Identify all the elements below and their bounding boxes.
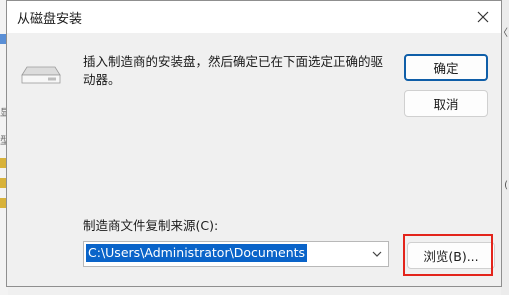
cancel-button[interactable]: 取消	[404, 90, 488, 117]
browse-button[interactable]: 浏览(B)...	[407, 242, 495, 269]
instruction-text: 插入制造商的安装盘，然后确定已在下面选定正确的驱动器。	[83, 54, 384, 87]
disk-drive-icon	[21, 66, 61, 84]
source-path-combobox[interactable]: C:\Users\Administrator\Documents	[83, 241, 389, 267]
background-glyph: (	[504, 180, 508, 191]
source-label: 制造商文件复制来源(C):	[83, 218, 219, 233]
title-bar: 从磁盘安装	[7, 1, 501, 33]
background-window-edge	[501, 0, 509, 295]
dialog-title: 从磁盘安装	[17, 12, 83, 27]
chevron-down-icon	[372, 251, 382, 257]
close-button[interactable]	[469, 4, 497, 30]
dropdown-button[interactable]	[370, 246, 384, 262]
source-path-value[interactable]: C:\Users\Administrator\Documents	[86, 244, 308, 262]
install-from-disk-dialog: 从磁盘安装 插入制造商的安装盘，然后确定已在下面选定正确的驱动器。 确定 取消 …	[6, 0, 502, 287]
ok-button[interactable]: 确定	[404, 54, 488, 81]
close-icon	[477, 11, 489, 23]
